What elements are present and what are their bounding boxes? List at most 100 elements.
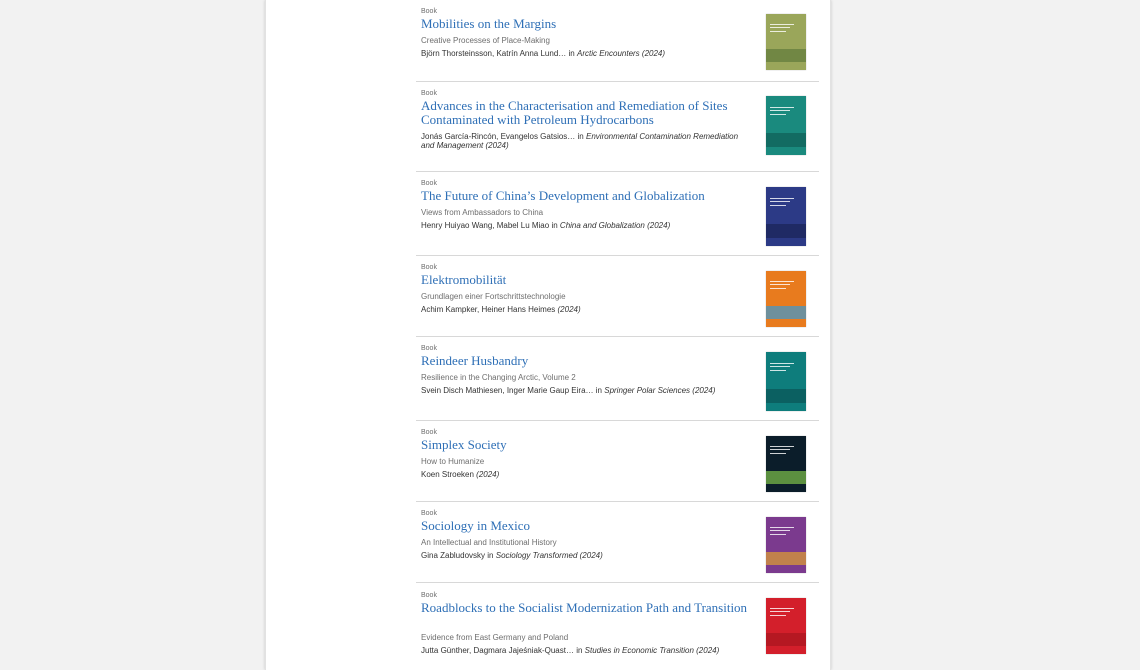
result-item: Book Roadblocks to the Socialist Moderni… <box>416 583 819 670</box>
result-in: in <box>576 646 583 655</box>
result-authors: Jonás García-Rincón, Evangelos Gatsios… <box>421 132 576 141</box>
result-item: Book Reindeer Husbandry Resilience in th… <box>416 337 819 421</box>
result-item: Book Sociology in Mexico An Intellectual… <box>416 502 819 583</box>
cover-title-line <box>770 197 794 199</box>
result-subtitle: Views from Ambassadors to China <box>421 208 544 217</box>
cover-title-line <box>770 369 786 371</box>
content-type-label: Book <box>421 90 437 97</box>
cover-band <box>766 305 806 320</box>
result-authors: Koen Stroeken <box>421 470 474 479</box>
result-title-link[interactable]: Roadblocks to the Socialist Modernizatio… <box>421 601 751 615</box>
cover-title-line <box>770 362 794 364</box>
result-year: (2024) <box>557 305 581 314</box>
result-authors: Henry Huiyao Wang, Mabel Lu Miao <box>421 221 550 230</box>
book-cover-image[interactable] <box>766 187 806 246</box>
result-year: (2024) <box>476 470 500 479</box>
result-meta: Jutta Günther, Dagmara Jajeśniak-Quast… … <box>421 646 751 655</box>
result-title-link[interactable]: Sociology in Mexico <box>421 519 751 533</box>
result-series[interactable]: Springer Polar Sciences <box>604 386 690 395</box>
result-meta: Björn Thorsteinsson, Katrín Anna Lund… i… <box>421 49 751 58</box>
cover-band <box>766 132 806 147</box>
cover-title-line <box>770 530 790 532</box>
result-authors: Gina Zabludovsky <box>421 551 486 560</box>
result-subtitle: How to Humanize <box>421 457 485 466</box>
results-page: Book Mobilities on the Margins Creative … <box>265 0 831 670</box>
cover-title-line <box>770 106 794 108</box>
result-year: (2024) <box>579 551 603 560</box>
book-cover-image[interactable] <box>766 14 806 70</box>
result-meta: Henry Huiyao Wang, Mabel Lu Miao in Chin… <box>421 221 751 230</box>
cover-title-line <box>770 446 794 448</box>
result-item: Book Simplex Society How to Humanize Koe… <box>416 421 819 502</box>
content-type-label: Book <box>421 592 437 599</box>
content-type-label: Book <box>421 8 437 15</box>
cover-title-line <box>770 287 786 289</box>
result-in: in <box>487 551 494 560</box>
content-type-label: Book <box>421 345 437 352</box>
cover-title-line <box>770 281 794 283</box>
book-cover-image[interactable] <box>766 436 806 492</box>
result-title-link[interactable]: Reindeer Husbandry <box>421 354 751 368</box>
result-series[interactable]: China and Globalization <box>560 221 645 230</box>
cover-title-line <box>770 24 794 26</box>
content-type-label: Book <box>421 264 437 271</box>
result-in: in <box>595 386 602 395</box>
result-in: in <box>551 221 558 230</box>
result-title-link[interactable]: Simplex Society <box>421 438 751 452</box>
result-title-link[interactable]: The Future of China’s Development and Gl… <box>421 189 751 203</box>
result-item: Book The Future of China’s Development a… <box>416 172 819 256</box>
result-authors: Jutta Günther, Dagmara Jajeśniak-Quast… <box>421 646 574 655</box>
book-cover-image[interactable] <box>766 517 806 573</box>
result-subtitle: Evidence from East Germany and Poland <box>421 633 569 642</box>
cover-title-line <box>770 113 786 115</box>
book-cover-image[interactable] <box>766 352 806 411</box>
result-meta: Jonás García-Rincón, Evangelos Gatsios… … <box>421 132 751 150</box>
content-type-label: Book <box>421 510 437 517</box>
result-authors: Achim Kampker, Heiner Hans Heimes <box>421 305 556 314</box>
result-year: (2024) <box>647 221 671 230</box>
cover-title-line <box>770 449 790 451</box>
result-item: Book Advances in the Characterisation an… <box>416 82 819 172</box>
cover-band <box>766 48 806 63</box>
cover-title-line <box>770 527 794 529</box>
cover-band <box>766 470 806 485</box>
result-meta: Koen Stroeken (2024) <box>421 470 751 479</box>
cover-band <box>766 551 806 566</box>
cover-title-line <box>770 611 790 613</box>
result-title-link[interactable]: Mobilities on the Margins <box>421 17 751 31</box>
result-title-link[interactable]: Elektromobilität <box>421 273 751 287</box>
cover-title-line <box>770 608 794 610</box>
cover-title-line <box>770 366 790 368</box>
result-series[interactable]: Sociology Transformed <box>496 551 578 560</box>
result-series[interactable]: Arctic Encounters <box>577 49 640 58</box>
cover-band <box>766 388 806 403</box>
cover-title-line <box>770 284 790 286</box>
result-year: (2024) <box>485 141 509 150</box>
result-meta: Svein Disch Mathiesen, Inger Marie Gaup … <box>421 386 751 395</box>
cover-band <box>766 223 806 238</box>
result-item: Book Elektromobilität Grundlagen einer F… <box>416 256 819 337</box>
result-year: (2024) <box>641 49 666 58</box>
book-cover-image[interactable] <box>766 598 806 654</box>
result-subtitle: An Intellectual and Institutional Histor… <box>421 538 557 547</box>
result-subtitle: Creative Processes of Place-Making <box>421 36 550 45</box>
cover-title-line <box>770 201 790 203</box>
result-subtitle: Resilience in the Changing Arctic, Volum… <box>421 373 576 382</box>
cover-title-line <box>770 110 790 112</box>
result-in: in <box>568 49 575 58</box>
cover-title-line <box>770 30 786 32</box>
result-meta: Achim Kampker, Heiner Hans Heimes (2024) <box>421 305 751 314</box>
cover-band <box>766 632 806 647</box>
cover-title-line <box>770 614 786 616</box>
result-authors: Svein Disch Mathiesen, Inger Marie Gaup … <box>421 386 594 395</box>
result-authors: Björn Thorsteinsson, Katrín Anna Lund… <box>421 49 567 58</box>
content-type-label: Book <box>421 429 437 436</box>
result-meta: Gina Zabludovsky in Sociology Transforme… <box>421 551 751 560</box>
cover-title-line <box>770 27 790 29</box>
content-type-label: Book <box>421 180 437 187</box>
result-series[interactable]: Studies in Economic Transition <box>585 646 694 655</box>
book-cover-image[interactable] <box>766 96 806 155</box>
result-title-link[interactable]: Advances in the Characterisation and Rem… <box>421 99 751 127</box>
cover-title-line <box>770 204 786 206</box>
book-cover-image[interactable] <box>766 271 806 327</box>
